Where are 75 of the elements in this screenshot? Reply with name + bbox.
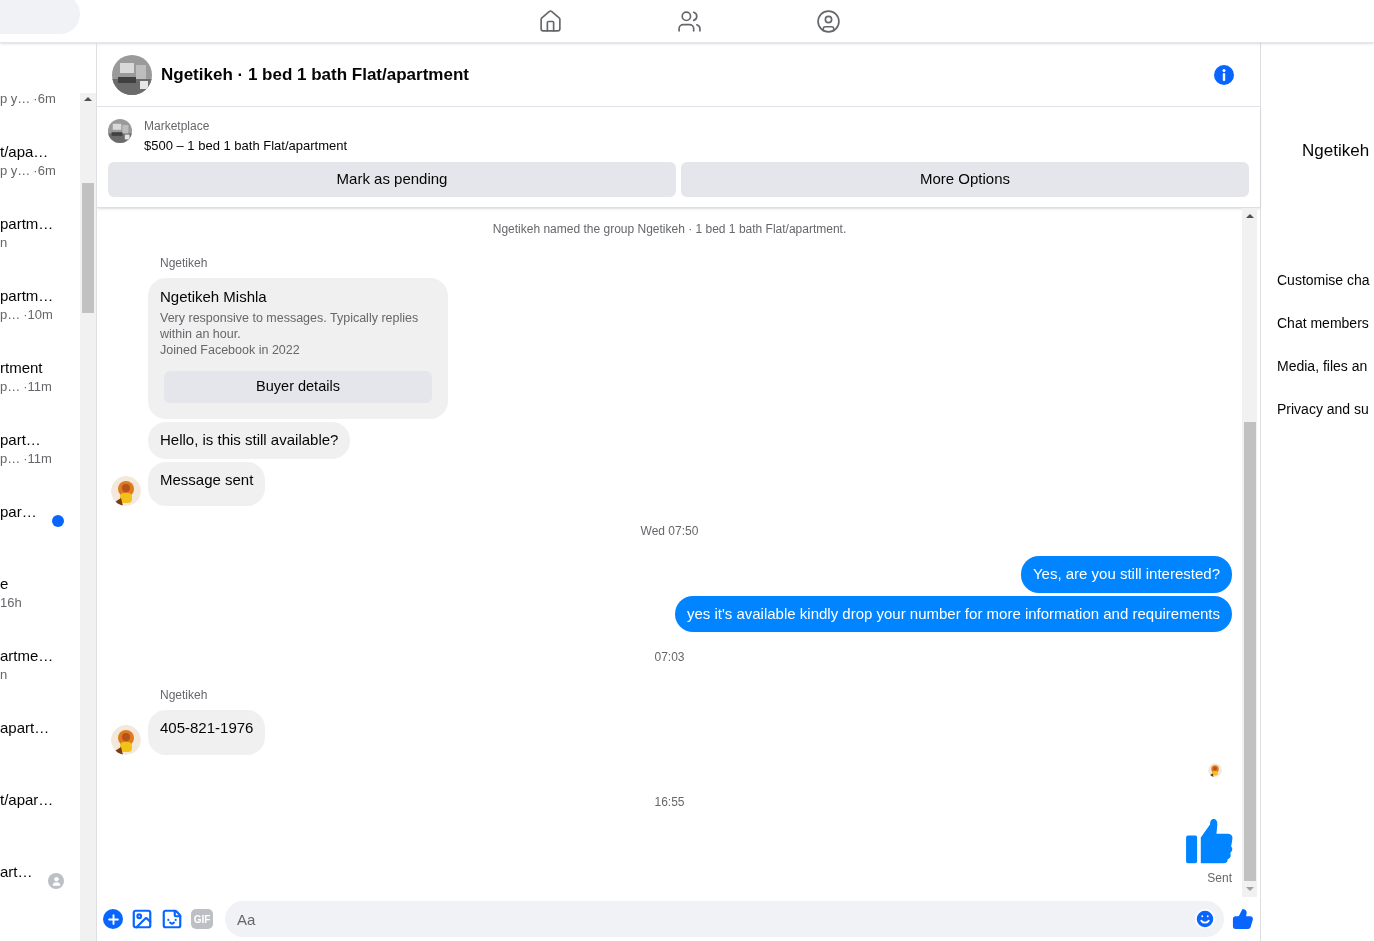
- sticker-icon[interactable]: [161, 908, 183, 930]
- conversation-title: t/apar…: [0, 790, 54, 810]
- conversation-preview: p…: [0, 306, 21, 324]
- profile-name: Ngetikeh Mishla: [160, 286, 268, 307]
- home-icon[interactable]: [538, 8, 563, 34]
- message-bubble: Message sent: [148, 461, 266, 506]
- conversation-preview: p y…: [0, 162, 31, 180]
- people-icon[interactable]: [677, 8, 702, 34]
- conversation-item[interactable]: art…: [0, 845, 80, 917]
- profile-info: Joined Facebook in 2022: [160, 342, 301, 358]
- conversation-title: apart…: [0, 718, 50, 738]
- timestamp: 16:55: [654, 793, 685, 811]
- conversation-item[interactable]: artme… n: [0, 629, 80, 701]
- conversation-item[interactable]: t/apa… p y… ·6m: [0, 125, 80, 197]
- conversation-item[interactable]: e 16h: [0, 557, 80, 629]
- emoji-icon[interactable]: [1194, 908, 1216, 930]
- thumbs-up-icon: [1186, 818, 1234, 865]
- system-message: Ngetikeh named the group Ngetikeh · 1 bed 1 bath Flat/apartment.: [492, 220, 847, 238]
- scrollbar[interactable]: [80, 93, 96, 941]
- conversation-item[interactable]: part… p… ·11m: [0, 413, 80, 485]
- details-menu-item[interactable]: Customise cha: [1277, 269, 1374, 291]
- conversation-item[interactable]: par…: [0, 485, 80, 557]
- timestamp: Wed 07:50: [640, 523, 699, 540]
- sender-name: Ngetikeh: [160, 688, 208, 702]
- conversation-preview: p…: [0, 378, 21, 396]
- conversation-title: artme…: [0, 646, 54, 666]
- message-bubble: Yes, are you still interested?: [1020, 556, 1232, 593]
- conversation-preview: n: [0, 666, 8, 684]
- conversation-title: art…: [0, 862, 33, 882]
- conversation-item[interactable]: rtment p… ·11m: [0, 341, 80, 413]
- conversation-item[interactable]: apart…: [0, 701, 80, 773]
- conversation-title: part…: [0, 430, 42, 450]
- conversation-time: ·6m: [33, 90, 56, 108]
- scrollbar[interactable]: [1242, 207, 1257, 897]
- conversation-title: t/apa…: [0, 142, 50, 162]
- conversation-preview: p…: [0, 450, 21, 468]
- sender-name: Ngetikeh: [160, 255, 208, 270]
- message-bubble: yes it's available kindly drop your number for more information and requirements: [674, 595, 1232, 632]
- timestamp: 07:03: [654, 649, 685, 666]
- conversation-time: 16h: [0, 594, 22, 612]
- conversation-title: partm…: [0, 286, 54, 306]
- conversation-time: ·11m: [23, 450, 52, 468]
- conversation-time: ·11m: [23, 378, 52, 396]
- profile-info: Very responsive to messages. Typically replies within an hour.: [160, 310, 420, 342]
- conversation-item[interactable]: partm… n: [0, 197, 80, 269]
- conversation-time: ·10m: [23, 306, 53, 324]
- listing-summary: $500 – 1 bed 1 bath Flat/apartment: [144, 137, 348, 155]
- details-menu-item[interactable]: Media, files an: [1277, 355, 1374, 377]
- sent-status: Sent: [1207, 869, 1232, 887]
- message-bubble: Hello, is this still available?: [148, 422, 351, 459]
- conversation-title: par…: [0, 502, 37, 522]
- conversation-title: rtment: [0, 358, 44, 378]
- conversation-time: ·6m: [33, 162, 56, 180]
- conversation-item[interactable]: p y… ·6m: [0, 53, 80, 125]
- listing-label: Marketplace: [144, 118, 211, 135]
- buyer-details-button[interactable]: Buyer details: [164, 371, 432, 403]
- message-bubble: 405-821-1976: [148, 710, 266, 755]
- info-icon[interactable]: [1213, 63, 1235, 86]
- user-icon[interactable]: [816, 8, 841, 34]
- action-button[interactable]: More Options: [681, 161, 1249, 197]
- message-field[interactable]: Aa: [225, 901, 1224, 937]
- action-button[interactable]: Mark as pending: [108, 161, 676, 197]
- conversation-item[interactable]: partm… p… ·10m: [0, 269, 80, 341]
- conversation-item[interactable]: t/apar…: [0, 773, 80, 845]
- conversation-preview: n: [0, 234, 8, 252]
- details-menu-item[interactable]: Privacy and su: [1277, 398, 1374, 420]
- conversation-title: e: [0, 574, 10, 594]
- details-menu-item[interactable]: Chat members: [1277, 312, 1374, 334]
- image-icon[interactable]: [131, 908, 153, 930]
- conversation-preview: p y…: [0, 90, 31, 108]
- contact-name: Ngetikeh: [1302, 140, 1371, 162]
- chat-title: Ngetikeh · 1 bed 1 bath Flat/apartment: [161, 63, 469, 86]
- add-icon[interactable]: [103, 909, 123, 929]
- conversation-title: partm…: [0, 214, 54, 234]
- like-icon[interactable]: [1232, 908, 1254, 930]
